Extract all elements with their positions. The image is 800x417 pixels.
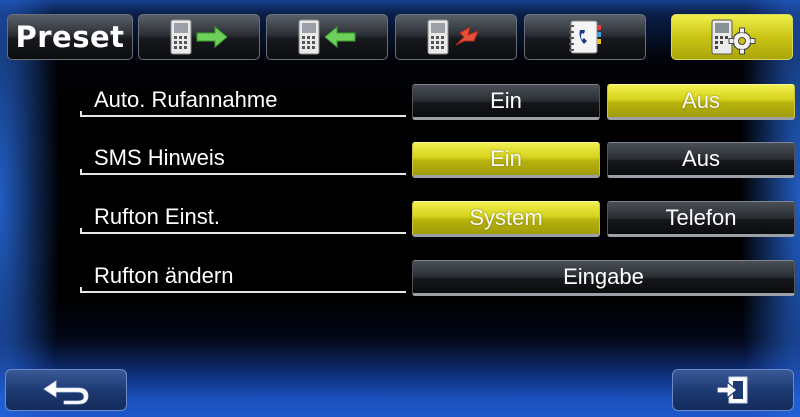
ringtone-input-button[interactable]: Eingabe xyxy=(412,260,795,296)
preset-label: Preset xyxy=(15,20,125,54)
sms-notice-on-button[interactable]: Ein xyxy=(412,142,600,178)
exit-button[interactable] xyxy=(672,369,794,411)
phone-gear-icon xyxy=(711,19,756,55)
phonebook-icon xyxy=(569,20,601,54)
back-arrow-icon xyxy=(43,380,89,405)
tab-incoming-calls[interactable] xyxy=(266,14,388,60)
tab-missed-calls[interactable] xyxy=(395,14,517,60)
sms-notice-off-button[interactable]: Aus xyxy=(607,142,795,178)
setting-label: Rufton ändern xyxy=(80,263,406,293)
setting-label: Rufton Einst. xyxy=(80,204,406,234)
tab-phone-settings[interactable] xyxy=(671,14,793,60)
back-button[interactable] xyxy=(5,369,127,411)
phone-missed-icon xyxy=(427,19,479,55)
setting-label: Auto. Rufannahme xyxy=(80,87,406,117)
tab-phonebook[interactable] xyxy=(524,14,646,60)
ringtone-system-button[interactable]: System xyxy=(412,201,600,237)
phone-arrow-out-icon xyxy=(170,19,228,55)
tab-outgoing-calls[interactable] xyxy=(138,14,260,60)
exit-icon xyxy=(716,376,748,404)
tab-preset[interactable]: Preset xyxy=(7,14,133,60)
auto-answer-on-button[interactable]: Ein xyxy=(412,84,600,120)
ringtone-phone-button[interactable]: Telefon xyxy=(607,201,795,237)
setting-label: SMS Hinweis xyxy=(80,145,406,175)
auto-answer-off-button[interactable]: Aus xyxy=(607,84,795,120)
phone-arrow-in-icon xyxy=(298,19,356,55)
phone-settings-screen: Preset Auto. Rufannahme Ein Aus SMS Hinw… xyxy=(0,0,800,417)
